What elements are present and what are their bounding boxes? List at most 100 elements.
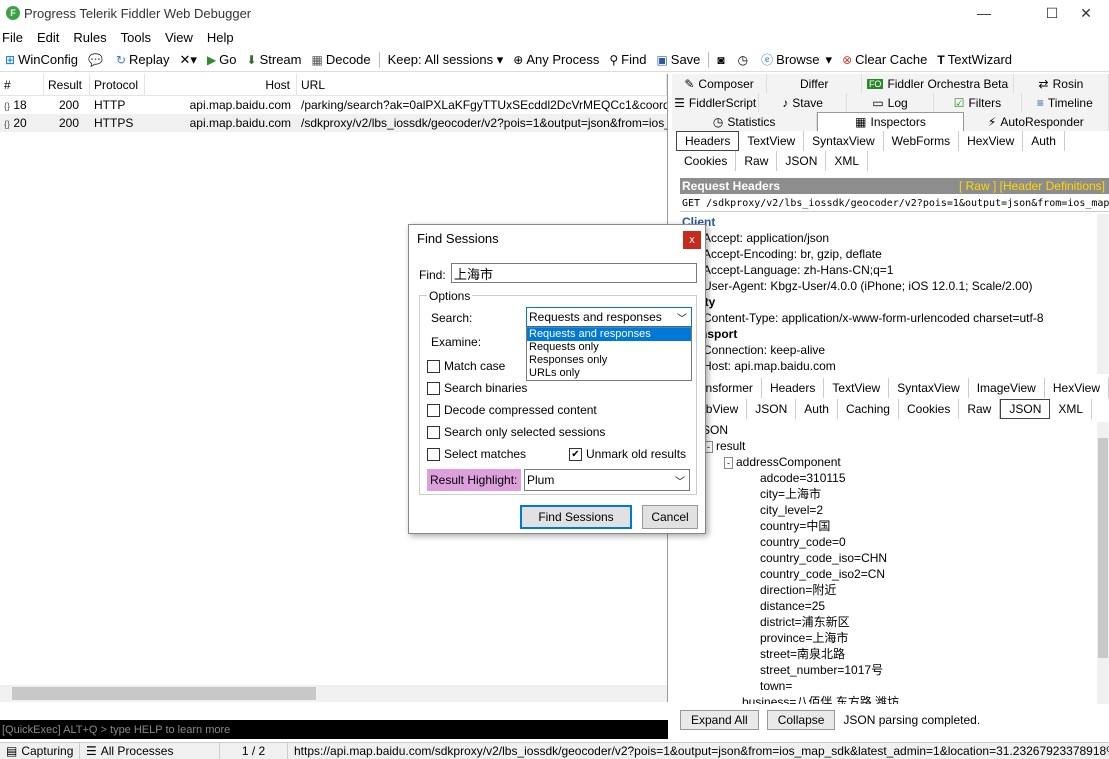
resp-tab-syntaxview[interactable]: SyntaxView xyxy=(889,378,969,398)
resp-tab-headers[interactable]: Headers xyxy=(762,378,825,398)
json-field[interactable]: street=南泉北路 xyxy=(680,646,1100,662)
search-select[interactable]: Requests and responses ﹀ xyxy=(526,307,692,327)
json-scrollbar[interactable] xyxy=(1097,422,1109,704)
resp-tab-raw[interactable]: Raw xyxy=(959,399,1001,419)
tab-differ[interactable]: Differ xyxy=(767,74,863,93)
json-node-result[interactable]: - result xyxy=(680,438,1100,454)
collapse-icon[interactable]: - xyxy=(724,457,733,469)
json-field[interactable]: adcode=310115 xyxy=(680,470,1100,486)
json-root[interactable]: -JSON xyxy=(680,422,1100,438)
req-tab-headers[interactable]: Headers xyxy=(676,131,740,151)
json-field[interactable]: town= xyxy=(680,678,1100,694)
search-option[interactable]: URLs only xyxy=(527,367,691,380)
column-protocol[interactable]: Protocol xyxy=(90,74,145,95)
menu-help[interactable]: Help xyxy=(205,30,242,45)
tab-log[interactable]: ▭ Log xyxy=(846,93,935,112)
dialog-close-button[interactable]: x xyxy=(683,231,701,249)
browse-dropdown-arrow[interactable]: ▾ xyxy=(826,52,833,68)
result-highlight-select[interactable]: Plum ﹀ xyxy=(524,469,690,491)
screenshot-button[interactable]: ◙ xyxy=(712,49,732,71)
search-option[interactable]: Requests only xyxy=(527,341,691,354)
resp-tab-imageview[interactable]: ImageView xyxy=(969,378,1045,398)
close-window-button[interactable]: ✕ xyxy=(1063,0,1109,26)
json-field[interactable]: distance=25 xyxy=(680,598,1100,614)
json-field[interactable]: direction=附近 xyxy=(680,582,1100,598)
json-field[interactable]: country_code_iso=CHN xyxy=(680,550,1100,566)
save-button[interactable]: ▣ Save xyxy=(651,49,705,71)
tab-rosin[interactable]: ⇄ Rosin xyxy=(1013,74,1109,93)
menu-view[interactable]: View xyxy=(163,30,201,45)
column-url[interactable]: URL xyxy=(297,74,667,95)
decode-compressed-checkbox[interactable]: Decode compressed content xyxy=(427,403,597,417)
req-tab-hexview[interactable]: HexView xyxy=(959,131,1024,151)
collapse-button[interactable]: Collapse xyxy=(766,710,836,730)
find-input[interactable]: 上海市 xyxy=(451,263,697,283)
column-host[interactable]: Host xyxy=(145,74,297,95)
replay-button[interactable]: ↻ Replay xyxy=(111,49,175,71)
go-button[interactable]: ▶ Go xyxy=(202,49,242,71)
cancel-button[interactable]: Cancel xyxy=(642,505,698,529)
find-button[interactable]: ⚲ Find xyxy=(604,49,651,71)
clear-cache-button[interactable]: ⊗ Clear Cache xyxy=(837,49,932,71)
resp-tab-caching[interactable]: Caching xyxy=(838,399,899,419)
horizontal-scrollbar[interactable] xyxy=(0,685,667,702)
req-tab-webforms[interactable]: WebForms xyxy=(884,131,960,151)
req-tab-raw[interactable]: Raw xyxy=(736,151,778,171)
req-tab-xml[interactable]: XML xyxy=(826,151,869,171)
resp-tab-auth[interactable]: Auth xyxy=(796,399,838,419)
menu-rules[interactable]: Rules xyxy=(71,30,114,45)
decode-button[interactable]: ▦ Decode xyxy=(306,49,375,71)
json-field[interactable]: district=浦东新区 xyxy=(680,614,1100,630)
resp-tab-textview[interactable]: TextView xyxy=(824,378,890,398)
timer-button[interactable]: ◷ xyxy=(733,49,756,71)
tab-inspectors[interactable]: ▦ Inspectors xyxy=(817,112,964,131)
tab-statistics[interactable]: ◷ Statistics xyxy=(672,112,818,131)
json-field[interactable]: country_code_iso2=CN xyxy=(680,566,1100,582)
req-tab-cookies[interactable]: Cookies xyxy=(676,151,737,171)
unmark-old-checkbox[interactable]: ✔ Unmark old results xyxy=(569,447,686,461)
search-option[interactable]: Responses only xyxy=(527,354,691,367)
search-binaries-checkbox[interactable]: Search binaries xyxy=(427,381,527,395)
req-tab-json[interactable]: JSON xyxy=(777,151,827,171)
find-sessions-button[interactable]: Find Sessions xyxy=(520,505,632,529)
json-field[interactable]: street_number=1017号 xyxy=(680,662,1100,678)
header-group[interactable]: Entity xyxy=(680,294,1100,310)
remove-button[interactable]: ✕▾ xyxy=(175,49,202,71)
json-field[interactable]: country=中国 xyxy=(680,518,1100,534)
tab-fiddler-orchestra[interactable]: FO Fiddler Orchestra Beta xyxy=(862,74,1014,93)
session-row[interactable]: {} 18 200 HTTP api.map.baidu.com /parkin… xyxy=(0,96,667,114)
process-filter[interactable]: ☰ All Processes xyxy=(80,743,220,759)
column-result[interactable]: Result xyxy=(44,74,90,95)
stream-button[interactable]: ⬇ Stream xyxy=(242,49,307,71)
tab-stave[interactable]: ♪ Stave xyxy=(759,93,847,112)
json-field[interactable]: city=上海市 xyxy=(680,486,1100,502)
comment-button[interactable]: 💬 xyxy=(83,49,111,71)
search-option[interactable]: Requests and responses xyxy=(527,328,691,341)
resp-tab-json-first[interactable]: JSON xyxy=(747,399,797,419)
header-group[interactable]: Client xyxy=(680,214,1100,230)
json-field[interactable]: city_level=2 xyxy=(680,502,1100,518)
search-selected-checkbox[interactable]: Search only selected sessions xyxy=(427,425,605,439)
quickexec-input[interactable]: [QuickExec] ALT+Q > type HELP to learn m… xyxy=(0,720,668,739)
req-tab-auth[interactable]: Auth xyxy=(1023,131,1065,151)
tab-timeline[interactable]: ≡ Timeline xyxy=(1021,93,1109,112)
header-links[interactable]: [ Raw ] [Header Definitions] xyxy=(959,179,1105,193)
resp-tab-xml[interactable]: XML xyxy=(1050,399,1093,419)
any-process-button[interactable]: ⊕ Any Process xyxy=(508,49,604,71)
session-row[interactable]: {} 20 200 HTTPS api.map.baidu.com /sdkpr… xyxy=(0,114,667,132)
tab-autoresponder[interactable]: ⚡ AutoResponder xyxy=(963,112,1109,131)
select-matches-checkbox[interactable]: Select matches xyxy=(427,447,526,461)
json-field[interactable]: province=上海市 xyxy=(680,630,1100,646)
req-tab-textview[interactable]: TextView xyxy=(739,131,805,151)
header-group[interactable]: Transport xyxy=(680,326,1100,342)
json-field-business[interactable]: business=八佰伴,东方路,潍坊 xyxy=(680,694,1100,704)
headers-scrollbar[interactable] xyxy=(1097,214,1109,374)
json-field[interactable]: country_code=0 xyxy=(680,534,1100,550)
winconfig-button[interactable]: ⊞ WinConfig xyxy=(0,49,83,71)
scrollbar-thumb[interactable] xyxy=(12,687,316,700)
menu-edit[interactable]: Edit xyxy=(35,30,67,45)
json-node-address-component[interactable]: - addressComponent xyxy=(680,454,1100,470)
column-number[interactable]: # xyxy=(0,74,44,95)
capturing-status[interactable]: ▤ Capturing xyxy=(0,743,80,759)
scrollbar-thumb[interactable] xyxy=(1098,438,1108,658)
